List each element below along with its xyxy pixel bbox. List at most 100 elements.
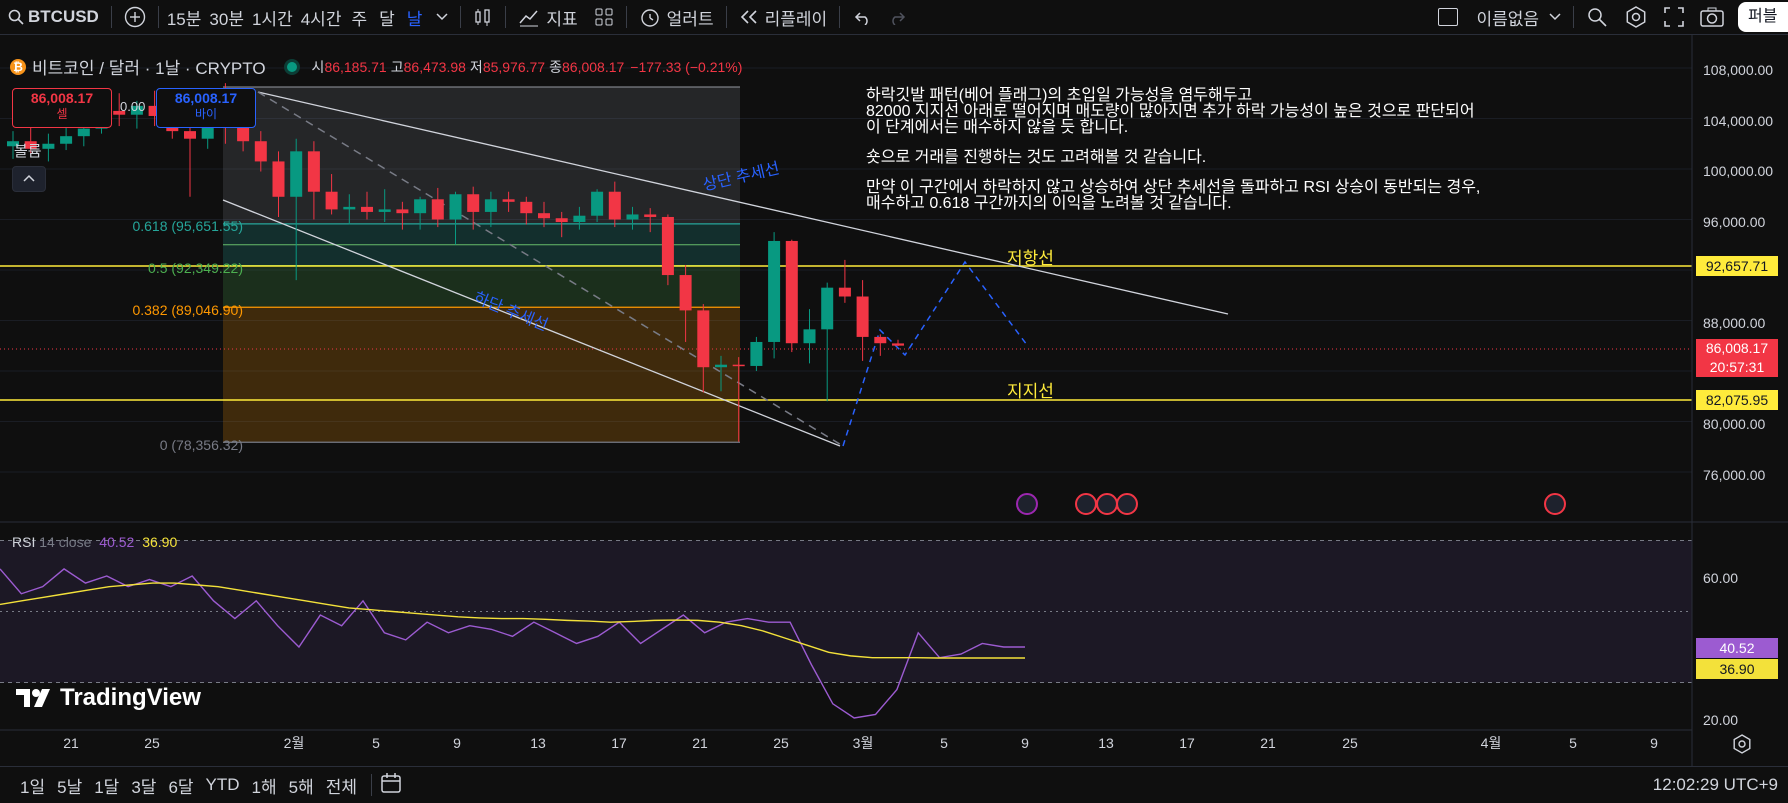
candle-body: [290, 151, 303, 197]
chevron-up-icon: [23, 174, 35, 182]
candle-body: [644, 214, 657, 217]
range-1y[interactable]: 1해: [246, 773, 283, 798]
quick-search-button[interactable]: [1578, 0, 1616, 34]
symbol-title[interactable]: 비트코인 / 달러 · 1날 · CRYPTO: [32, 54, 266, 79]
gear-icon: [1626, 6, 1646, 28]
candle-body: [60, 136, 73, 144]
layout-button[interactable]: 이름없음: [1430, 0, 1569, 34]
price-axis-label: 100,000.00: [1703, 163, 1774, 179]
chart-type-button[interactable]: [465, 0, 501, 34]
clock[interactable]: 12:02:29 UTC+9: [1653, 775, 1778, 795]
range-1d[interactable]: 1일: [14, 773, 51, 798]
buy-button[interactable]: 86,008.17 바이: [156, 88, 256, 128]
candle-body: [378, 209, 391, 212]
economic-event-marker: [1075, 493, 1097, 515]
candle-body: [573, 215, 586, 223]
candle-body: [484, 199, 497, 212]
symbol-search[interactable]: BTCUSD: [0, 0, 107, 34]
buy-label: 바이: [194, 107, 218, 121]
rsi-legend[interactable]: RSI 14 close 40.52 36.90: [12, 534, 177, 550]
tradingview-logo[interactable]: TradingView: [16, 684, 201, 712]
axis-settings-button[interactable]: [1732, 734, 1752, 759]
interval-day[interactable]: 날: [401, 0, 429, 34]
indicators-button[interactable]: 지표: [510, 0, 585, 34]
candle-body: [343, 206, 356, 210]
search-icon: [8, 9, 24, 25]
time-axis-label: 25: [1342, 735, 1358, 751]
time-axis-label: 25: [773, 735, 789, 751]
time-axis-label: 21: [692, 735, 708, 751]
alert-button[interactable]: 얼러트: [631, 0, 722, 34]
candle-body: [732, 364, 745, 367]
low-label: 저: [469, 58, 483, 75]
symbol-legend: ₿ 비트코인 / 달러 · 1날 · CRYPTO 시 86,185.71 고 …: [10, 54, 742, 79]
square-icon: [1438, 8, 1459, 26]
candle-body: [591, 191, 604, 216]
support-label[interactable]: 지지선: [1007, 377, 1054, 402]
templates-button[interactable]: [586, 0, 622, 34]
fullscreen-icon: [1664, 7, 1684, 27]
resistance-price-tag: 92,657.71: [1696, 256, 1778, 276]
redo-button[interactable]: [880, 0, 916, 34]
replay-button[interactable]: 리플레이: [731, 0, 836, 34]
rsi-axis-label: 20.00: [1703, 712, 1739, 728]
idea-annotation[interactable]: 하락깃발 패턴(베어 플래그)의 초입일 가능성을 염두해두고 82000 지지선…: [866, 88, 1480, 212]
time-axis-label: 17: [611, 735, 627, 751]
range-ytd[interactable]: YTD: [200, 775, 246, 795]
interval-month[interactable]: 달: [373, 0, 401, 34]
candle-body: [679, 275, 692, 311]
resistance-label[interactable]: 저항선: [1007, 244, 1054, 269]
time-axis-label: 9: [453, 735, 461, 751]
compare-button[interactable]: [116, 0, 154, 34]
sell-label: 셀: [56, 107, 68, 121]
price-axis-label: 108,000.00: [1703, 62, 1774, 78]
volume-label[interactable]: 볼륨: [14, 140, 42, 161]
candle-body: [254, 141, 267, 162]
chevron-down-icon: [436, 13, 448, 21]
settings-button[interactable]: [1616, 0, 1656, 34]
snapshot-button[interactable]: [1692, 0, 1732, 34]
interval-week[interactable]: 주: [345, 0, 373, 34]
range-3m[interactable]: 3달: [125, 773, 162, 798]
time-axis-label: 9: [1650, 735, 1658, 751]
candles-icon: [475, 9, 491, 26]
range-all[interactable]: 전체: [320, 773, 363, 798]
support-price-tag: 82,075.95: [1696, 390, 1778, 410]
time-axis-label: 5: [372, 735, 380, 751]
collapse-legend-button[interactable]: [12, 166, 46, 192]
rsi-title: RSI: [12, 534, 36, 550]
open-value: 86,185.71: [324, 58, 387, 75]
undo-button[interactable]: [844, 0, 880, 34]
sell-button[interactable]: 86,008.17 셀: [12, 88, 112, 128]
fullscreen-button[interactable]: [1656, 0, 1692, 34]
close-label: 종: [549, 58, 562, 75]
candle-body: [821, 287, 834, 330]
interval-30m[interactable]: 30분: [205, 0, 248, 34]
candle-body: [414, 199, 427, 214]
chevron-down-icon: [1549, 13, 1561, 21]
interval-dropdown[interactable]: [428, 0, 456, 34]
candle-body: [467, 194, 480, 212]
annotation-line: 하락깃발 패턴(베어 플래그)의 초입일 가능성을 염두해두고: [866, 87, 1253, 104]
layout-name: 이름없음: [1476, 9, 1539, 29]
time-axis-label: 4월: [1481, 735, 1502, 751]
interval-1h[interactable]: 1시간: [248, 0, 297, 34]
candle-body: [42, 143, 55, 149]
range-5y[interactable]: 5해: [283, 773, 320, 798]
redo-icon: [892, 12, 906, 25]
range-6m[interactable]: 6달: [162, 773, 199, 798]
divider: [839, 6, 841, 28]
candle-body: [555, 218, 568, 223]
divider: [157, 6, 159, 28]
buy-price: 86,008.17: [174, 90, 238, 106]
range-5d[interactable]: 5날: [51, 773, 88, 798]
interval-4h[interactable]: 4시간: [297, 0, 346, 34]
fib-label-0382: 0.382 (89,046.90): [132, 302, 243, 318]
alarm-clock-icon: [640, 9, 659, 27]
candle-body: [874, 336, 887, 344]
candle-body: [361, 206, 373, 212]
range-1m[interactable]: 1달: [88, 773, 125, 798]
publish-button[interactable]: 퍼블: [1738, 2, 1788, 32]
interval-15m[interactable]: 15분: [163, 0, 206, 34]
goto-date-button[interactable]: [380, 772, 404, 799]
